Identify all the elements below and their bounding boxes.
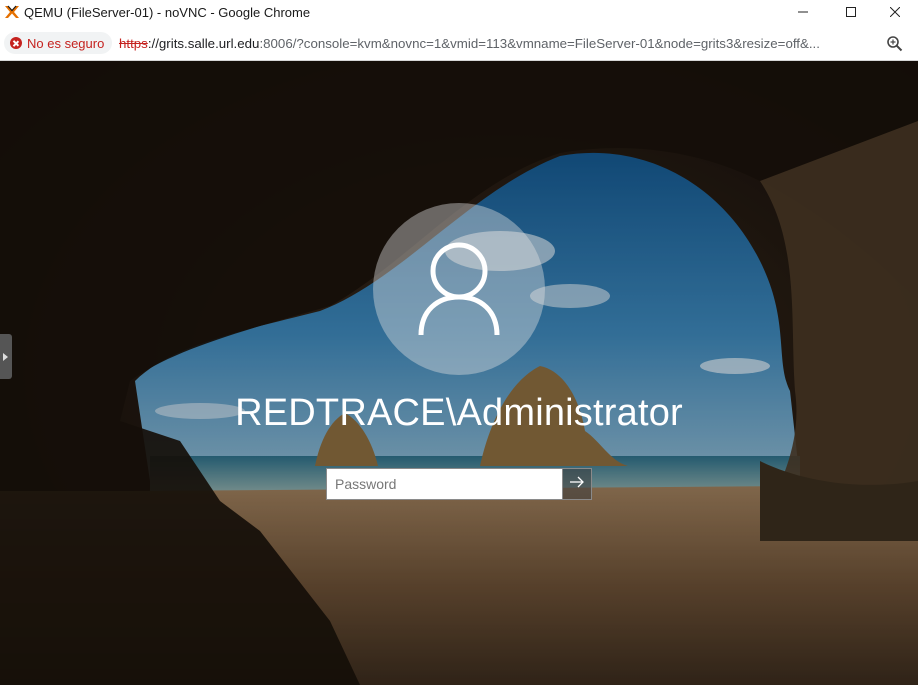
password-box — [326, 468, 592, 500]
insecure-icon — [10, 37, 22, 49]
security-label: No es seguro — [27, 35, 105, 51]
maximize-button[interactable] — [828, 0, 874, 26]
maximize-icon — [846, 4, 856, 22]
address-bar: No es seguro https://grits.salle.url.edu… — [0, 26, 918, 61]
zoom-icon — [886, 36, 904, 57]
vnc-viewer[interactable]: REDTRACE\Administrator — [0, 61, 918, 685]
url-host: ://grits.salle.url.edu — [147, 36, 260, 51]
window-title: QEMU (FileServer-01) - noVNC - Google Ch… — [24, 5, 311, 20]
username-label: REDTRACE\Administrator — [235, 392, 683, 434]
password-input[interactable] — [327, 469, 563, 499]
user-avatar — [373, 203, 545, 375]
minimize-button[interactable] — [780, 0, 826, 26]
proxmox-icon — [4, 4, 20, 20]
browser-titlebar: QEMU (FileServer-01) - noVNC - Google Ch… — [0, 0, 918, 26]
security-indicator[interactable]: No es seguro — [4, 32, 113, 54]
minimize-icon — [798, 4, 808, 22]
submit-button[interactable] — [562, 469, 591, 499]
url-scheme: https — [119, 36, 148, 51]
url-path: :8006/?console=kvm&novnc=1&vmid=113&vmna… — [259, 36, 820, 51]
novnc-control-bar-handle[interactable] — [0, 334, 12, 379]
arrow-right-icon — [569, 475, 585, 494]
zoom-button[interactable] — [886, 35, 904, 53]
close-button[interactable] — [872, 0, 918, 26]
close-icon — [889, 4, 901, 22]
url-field[interactable]: https://grits.salle.url.edu:8006/?consol… — [119, 36, 879, 51]
